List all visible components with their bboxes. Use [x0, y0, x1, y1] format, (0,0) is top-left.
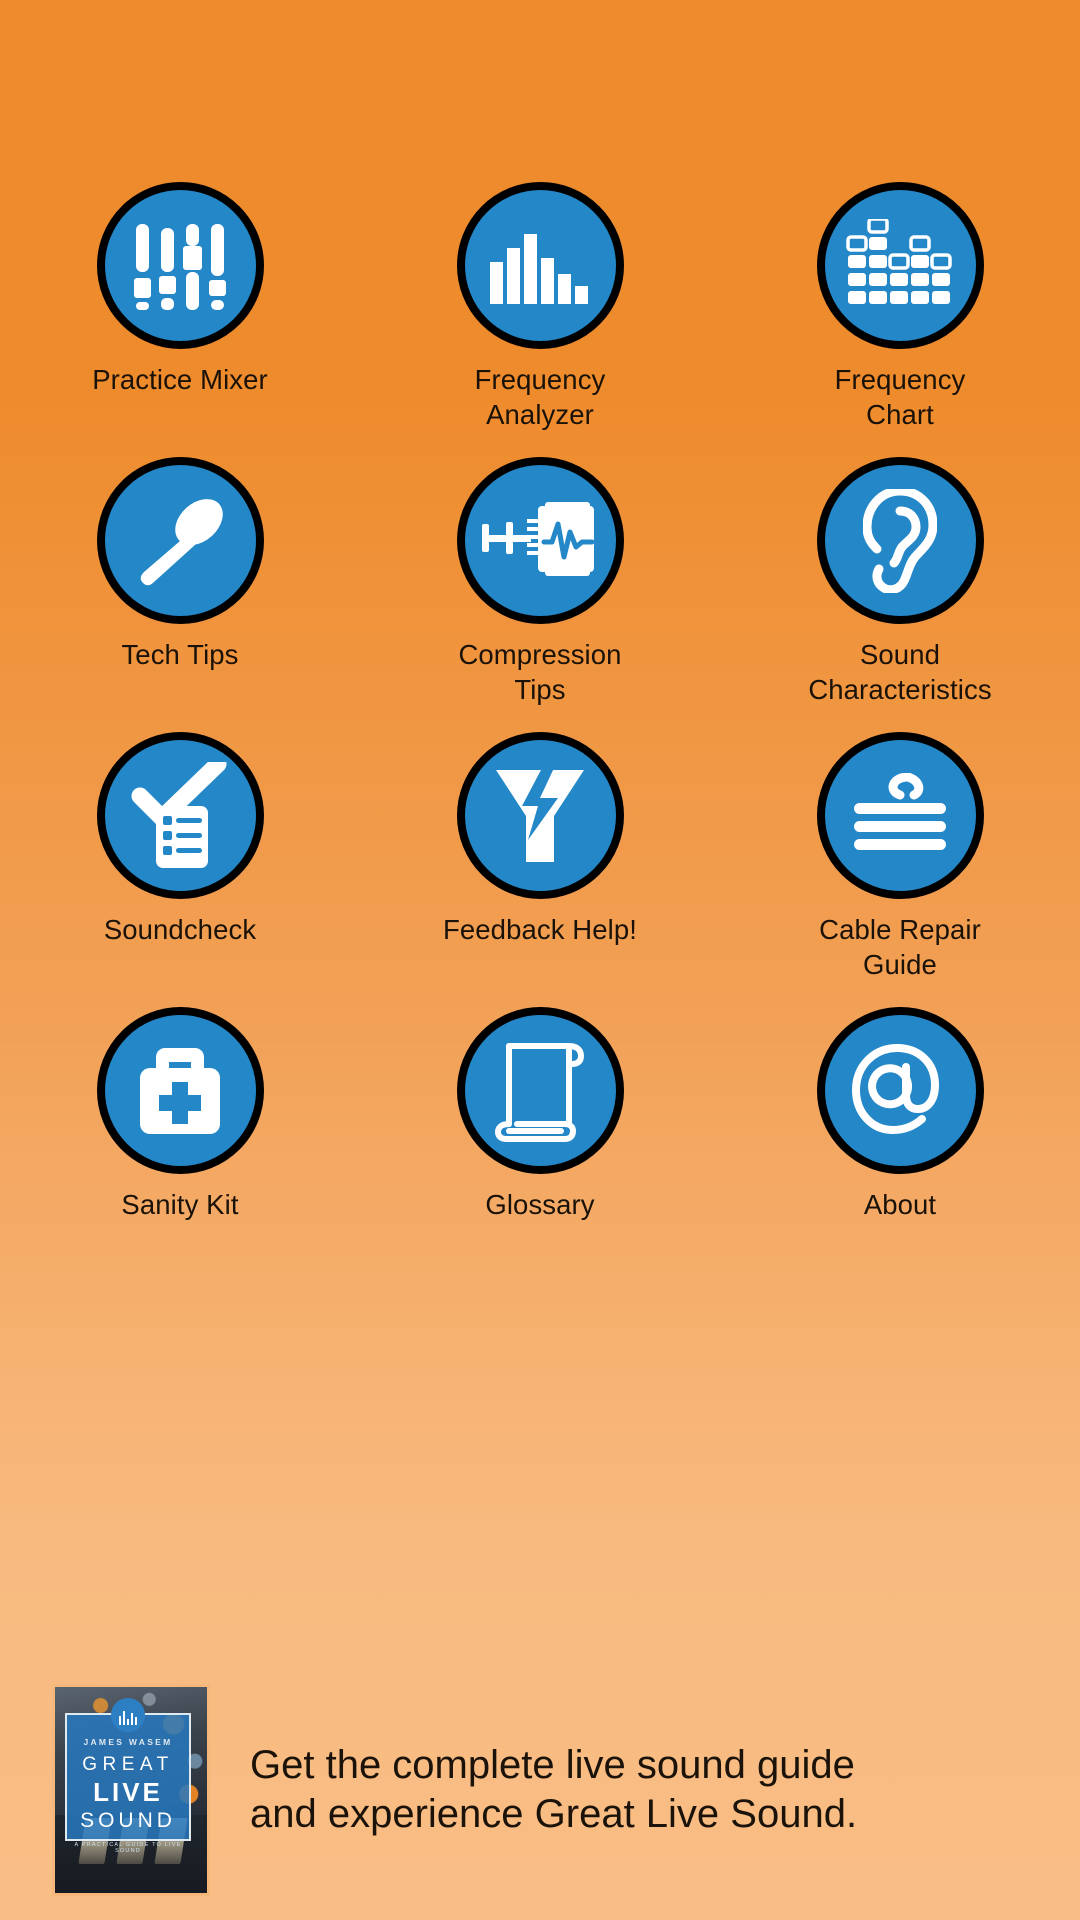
menu-item-cable-repair-guide[interactable]: Cable Repair Guide — [720, 732, 1080, 1007]
book-title-line2: LIVE — [93, 1777, 163, 1807]
menu-item-label: Soundcheck — [103, 914, 257, 945]
promo-text-line1: Get the complete live sound guide — [250, 1743, 855, 1788]
promo-text-line2: and experience Great Live Sound. — [250, 1792, 858, 1836]
ear-icon — [863, 488, 937, 593]
menu-item-label: Frequency Analyzer — [474, 364, 606, 430]
menu-item-frequency-chart[interactable]: Frequency Chart — [720, 182, 1080, 457]
promo-banner-text: Get the complete live sound guide and ex… — [250, 1741, 857, 1839]
clamp-waveform-icon — [482, 501, 595, 576]
menu-item-label: Feedback Help! — [442, 914, 637, 945]
menu-item-sanity-kit[interactable]: Sanity Kit — [0, 1007, 360, 1282]
tech-tips-circle[interactable] — [96, 457, 264, 624]
mixer-faders-icon — [134, 223, 226, 310]
menu-item-label: Sanity Kit — [121, 1189, 239, 1220]
menu-item-feedback-help[interactable]: Feedback Help! — [360, 732, 720, 1007]
scroll-icon — [495, 1042, 584, 1142]
cable-repair-guide-circle[interactable] — [816, 732, 984, 899]
book-cover-thumbnail[interactable]: JAMES WASEM GREAT LIVE SOUND A PRACTICAL… — [52, 1684, 210, 1896]
menu-item-tech-tips[interactable]: Tech Tips — [0, 457, 360, 732]
menu-grid: Practice Mixer Frequency Analyzer Freque… — [0, 182, 1080, 1282]
sound-characteristics-circle[interactable] — [816, 457, 984, 624]
menu-item-compression-tips[interactable]: Compression Tips — [360, 457, 720, 732]
coiled-cable-icon — [854, 772, 946, 850]
first-aid-kit-icon — [140, 1047, 220, 1134]
menu-item-label: Compression Tips — [458, 639, 622, 705]
book-subtitle: A PRACTICAL GUIDE TO LIVE SOUND — [74, 1842, 182, 1854]
frequency-analyzer-circle[interactable] — [456, 182, 624, 349]
menu-item-about[interactable]: About — [720, 1007, 1080, 1282]
compression-tips-circle[interactable] — [456, 457, 624, 624]
checklist-check-icon — [131, 761, 227, 868]
menu-item-label: Cable Repair Guide — [819, 914, 981, 980]
about-circle[interactable] — [816, 1007, 984, 1174]
book-cover-panel: JAMES WASEM GREAT LIVE SOUND A PRACTICAL… — [65, 1698, 191, 1854]
menu-item-label: Tech Tips — [121, 639, 239, 670]
soundcheck-circle[interactable] — [96, 732, 264, 899]
menu-item-label: Practice Mixer — [92, 364, 268, 395]
menu-item-soundcheck[interactable]: Soundcheck — [0, 732, 360, 1007]
menu-item-label: Frequency Chart — [834, 364, 966, 430]
glossary-circle[interactable] — [456, 1007, 624, 1174]
microphone-icon — [140, 498, 223, 585]
bar-spectrum-icon — [490, 233, 588, 304]
menu-item-label: Glossary — [485, 1189, 595, 1220]
book-logo-icon — [111, 1698, 145, 1732]
menu-item-label: Sound Characteristics — [808, 639, 992, 705]
funnel-lightning-icon — [496, 767, 584, 862]
menu-item-sound-characteristics[interactable]: Sound Characteristics — [720, 457, 1080, 732]
menu-item-practice-mixer[interactable]: Practice Mixer — [0, 182, 360, 457]
book-title-line3: SOUND — [80, 1809, 176, 1832]
feedback-help-circle[interactable] — [456, 732, 624, 899]
sanity-kit-circle[interactable] — [96, 1007, 264, 1174]
practice-mixer-circle[interactable] — [96, 182, 264, 349]
equalizer-grid-icon — [846, 218, 952, 304]
frequency-chart-circle[interactable] — [816, 182, 984, 349]
menu-item-label: About — [863, 1189, 937, 1220]
at-sign-icon — [852, 1043, 939, 1134]
book-author: JAMES WASEM — [83, 1737, 173, 1747]
book-title-line1: GREAT — [82, 1754, 174, 1775]
promo-banner[interactable]: JAMES WASEM GREAT LIVE SOUND A PRACTICAL… — [0, 1660, 1080, 1920]
menu-item-frequency-analyzer[interactable]: Frequency Analyzer — [360, 182, 720, 457]
menu-item-glossary[interactable]: Glossary — [360, 1007, 720, 1282]
